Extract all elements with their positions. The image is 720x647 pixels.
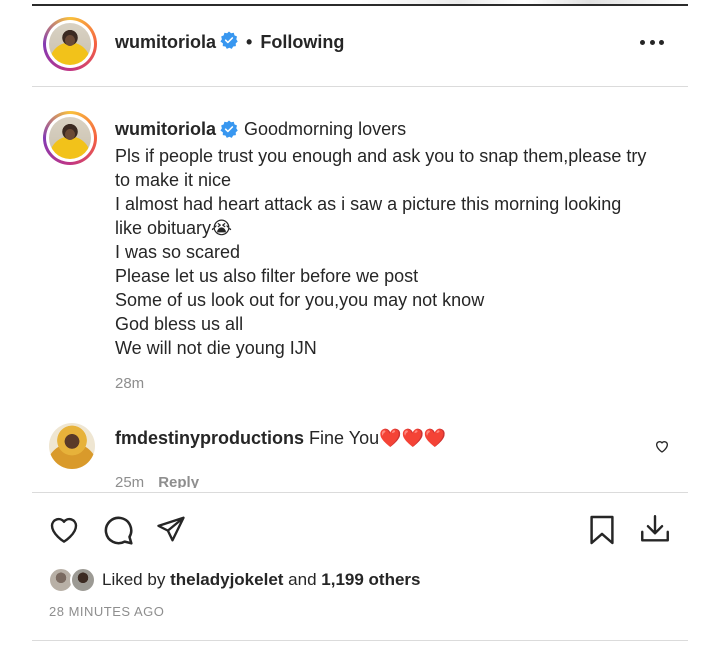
more-options-icon[interactable] <box>640 40 664 48</box>
actions-divider <box>32 492 688 493</box>
caption-line: Goodmorning lovers <box>244 119 407 139</box>
likes-count[interactable]: 1,199 others <box>321 570 420 590</box>
post-timestamp: 28 MINUTES AGO <box>49 604 165 619</box>
comment-meta: 25m Reply <box>115 474 199 488</box>
post-caption: wumitoriola Goodmorning lovers Pls if peo… <box>115 117 675 360</box>
caption-line: Please let us also filter before we post <box>115 266 419 286</box>
likes-connector: and <box>288 570 317 589</box>
caption-line: We will not die young IJN <box>115 338 317 358</box>
caption-line: I almost had heart attack as i saw a pic… <box>115 194 622 214</box>
caption-timestamp[interactable]: 28m <box>115 375 144 392</box>
caption-line: Some of us look out for you,you may not … <box>115 290 485 310</box>
comment-timestamp: 25m <box>115 474 145 488</box>
liker-avatars[interactable] <box>48 567 98 593</box>
download-icon[interactable] <box>638 512 672 551</box>
verified-badge-icon <box>220 31 238 54</box>
post-author-avatar[interactable] <box>43 17 97 71</box>
top-border <box>32 4 688 6</box>
commenter-username[interactable]: fmdestinyproductions <box>115 428 304 448</box>
share-icon[interactable] <box>156 514 186 549</box>
action-bar <box>0 512 720 546</box>
liker-username[interactable]: theladyjokelet <box>170 570 283 590</box>
comment-like-heart-icon[interactable] <box>654 438 670 459</box>
comment-body: Fine You❤️❤️❤️ <box>309 428 447 448</box>
bottom-divider <box>32 640 688 641</box>
caption-username[interactable]: wumitoriola <box>115 119 216 139</box>
heart-icon[interactable] <box>48 514 80 549</box>
caption-line: God bless us all <box>115 314 244 334</box>
post-author-username[interactable]: wumitoriola <box>115 32 216 53</box>
caption-line: Pls if people trust you enough and ask y… <box>115 146 647 166</box>
caption-author-avatar[interactable] <box>43 111 97 165</box>
caption-line: I was so scared <box>115 242 241 262</box>
reply-button[interactable]: Reply <box>158 474 199 488</box>
comment-text: fmdestinyproductions Fine You❤️❤️❤️ <box>115 428 446 449</box>
header-divider <box>32 86 688 87</box>
verified-badge-icon <box>220 120 238 144</box>
commenter-avatar[interactable] <box>49 423 95 469</box>
caption-line: to make it nice <box>115 170 232 190</box>
caption-line: like obituary😭 <box>115 218 233 238</box>
bookmark-icon[interactable] <box>589 514 615 551</box>
liker-avatar <box>70 567 96 593</box>
following-button[interactable]: Following <box>260 32 344 53</box>
separator-dot: • <box>246 32 253 52</box>
post-header: wumitoriola • Following <box>115 31 344 54</box>
comment-icon[interactable] <box>102 514 134 551</box>
liked-by-label: Liked by <box>102 570 166 589</box>
likes-summary: Liked by theladyjokelet and 1,199 others <box>48 567 421 593</box>
